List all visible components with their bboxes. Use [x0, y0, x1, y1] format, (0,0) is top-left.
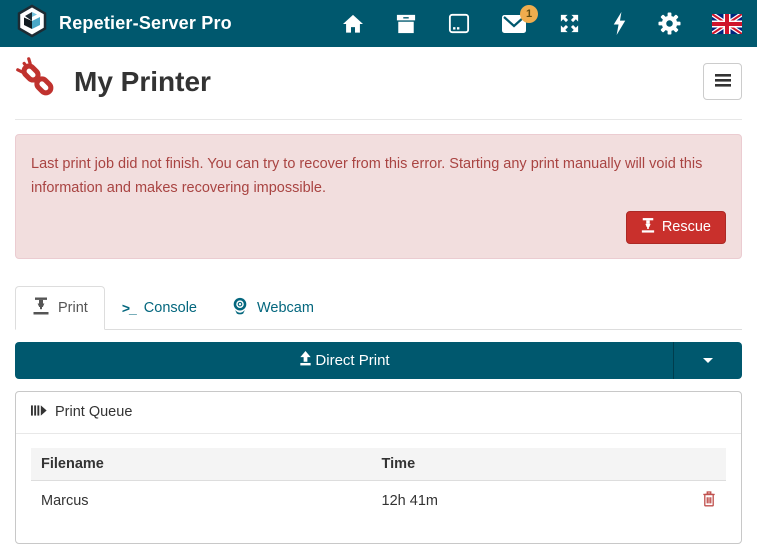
language-flag-icon[interactable] [712, 14, 742, 34]
page-content: My Printer Last print job did not finish… [0, 47, 757, 544]
messages-badge: 1 [520, 5, 538, 23]
recover-alert-message: Last print job did not finish. You can t… [31, 153, 711, 201]
page-title: My Printer [74, 66, 211, 98]
tab-console-label: Console [144, 300, 197, 316]
tab-webcam[interactable]: Webcam [214, 286, 331, 330]
brand-title: Repetier-Server Pro [59, 13, 232, 34]
tab-console[interactable]: >_ Console [105, 286, 214, 330]
delete-queue-item-button[interactable] [702, 491, 716, 507]
webcam-icon [231, 297, 249, 319]
repetier-logo-icon [15, 4, 49, 43]
print-queue-table: Filename Time Marcus 12h 41m [31, 448, 726, 521]
queue-item-filename: Marcus [31, 480, 372, 521]
upload-icon [298, 350, 313, 370]
printer-tabs: Print >_ Console Webcam [15, 286, 742, 330]
column-header-time: Time [372, 448, 678, 481]
move-icon[interactable] [558, 12, 581, 35]
home-icon[interactable] [342, 14, 364, 34]
print-queue-heading: Print Queue [16, 392, 741, 434]
navbar-icons: 1 [342, 12, 742, 35]
direct-print-label: Direct Print [315, 352, 389, 369]
page-header: My Printer [15, 47, 742, 120]
console-icon: >_ [122, 300, 136, 316]
broken-link-icon [15, 56, 59, 107]
print-bed-icon[interactable] [448, 13, 470, 34]
print-extruder-icon [32, 297, 50, 319]
column-header-actions [677, 448, 726, 481]
table-header-row: Filename Time [31, 448, 726, 481]
queue-item-time: 12h 41m [372, 480, 678, 521]
rescue-extruder-icon [641, 218, 655, 237]
printer-menu-button[interactable] [703, 63, 742, 100]
tab-webcam-label: Webcam [257, 300, 314, 316]
table-row[interactable]: Marcus 12h 41m [31, 480, 726, 521]
print-queue-body: Filename Time Marcus 12h 41m [16, 434, 741, 539]
messages-icon[interactable]: 1 [501, 13, 527, 34]
direct-print-dropdown-toggle[interactable] [673, 342, 742, 379]
rescue-button-label: Rescue [662, 219, 711, 235]
tab-print-label: Print [58, 300, 88, 316]
direct-print-button[interactable]: Direct Print [15, 342, 673, 379]
print-queue-title: Print Queue [55, 404, 132, 420]
direct-print-split-button: Direct Print [15, 342, 742, 379]
brand[interactable]: Repetier-Server Pro [15, 4, 232, 43]
storage-box-icon[interactable] [395, 14, 417, 34]
queue-icon [31, 403, 47, 422]
power-icon[interactable] [612, 12, 627, 35]
print-queue-panel: Print Queue Filename Time Marcus 12h 41m [15, 391, 742, 544]
top-navbar: Repetier-Server Pro 1 [0, 0, 757, 47]
settings-icon[interactable] [658, 12, 681, 35]
chevron-down-icon [703, 358, 713, 363]
column-header-filename: Filename [31, 448, 372, 481]
recover-alert: Last print job did not finish. You can t… [15, 134, 742, 259]
tab-print[interactable]: Print [15, 286, 105, 330]
rescue-button[interactable]: Rescue [626, 211, 726, 244]
hamburger-icon [715, 74, 731, 90]
alert-actions: Rescue [31, 211, 726, 244]
